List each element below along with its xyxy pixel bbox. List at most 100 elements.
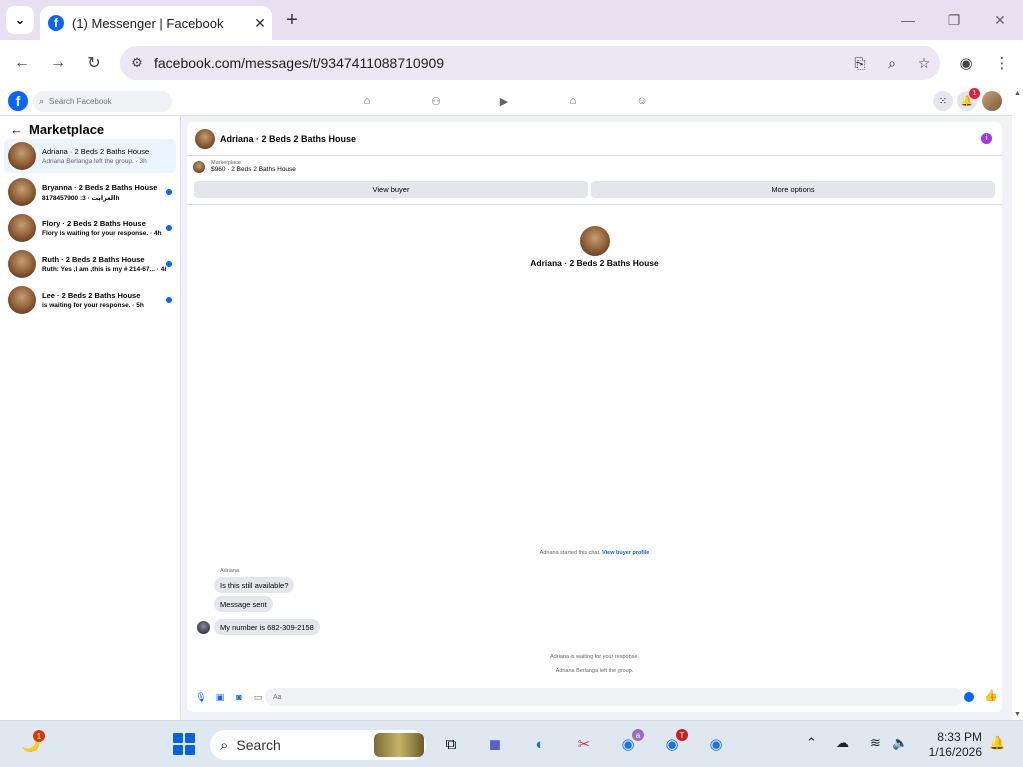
site-settings-icon[interactable]: ⚙ [120, 55, 154, 71]
listing-price: $960 · 2 Beds 2 Baths House [211, 166, 296, 173]
address-bar[interactable]: ⚙ facebook.com/messages/t/93474110887109… [120, 46, 940, 80]
chat-started-notice: Adriana started this chat. View buyer pr… [187, 550, 1002, 556]
facebook-header: f ⌕ ⌂ ⚇ ▶ ⌂ ☺ ⁙ 🔔 1 [0, 86, 1012, 116]
message-bubble[interactable]: Is this still available? [214, 577, 295, 593]
more-options-button[interactable]: More options [591, 181, 995, 198]
reload-icon[interactable]: ↻ [80, 49, 108, 77]
marketplace-header: ← Marketplace [10, 122, 104, 137]
avatar[interactable] [580, 226, 610, 256]
clock-date: 1/16/2026 [928, 745, 982, 759]
browser-menu-icon[interactable]: ⋮ [988, 49, 1016, 77]
profile-icon[interactable]: ◉ [952, 49, 980, 77]
chrome-profile-badge: a [632, 729, 644, 741]
back-arrow-icon[interactable]: ← [8, 49, 36, 77]
friends-icon[interactable]: ⚇ [427, 92, 445, 110]
view-buyer-button[interactable]: View buyer [194, 181, 588, 198]
clock-time: 8:33 PM [937, 730, 982, 744]
left-group-notice: Adriana Berlanga left the group. [555, 668, 634, 674]
profile-avatar[interactable] [982, 91, 1002, 111]
new-tab-plus-icon[interactable]: + [280, 8, 304, 32]
edge-browser-icon[interactable]: ◐ [527, 731, 553, 757]
conversation-name: Ruth · 2 Beds 2 Baths House [42, 255, 145, 264]
avatar [8, 250, 36, 278]
snipping-tool-icon[interactable]: ✂ [571, 731, 597, 757]
show-hidden-icons-chevron-icon[interactable]: ⌃ [806, 735, 817, 751]
chat-center-name: Adriana · 2 Beds 2 Baths House [530, 258, 659, 268]
back-arrow-icon[interactable]: ← [10, 122, 23, 137]
start-windows-icon[interactable] [173, 733, 195, 755]
teams-meet-icon[interactable]: ◼ [482, 731, 508, 757]
chat-panel: Adriana · 2 Beds 2 Baths House i Marketp… [187, 122, 1002, 712]
unread-dot [166, 189, 172, 195]
gif-icon[interactable]: ▭ [250, 692, 266, 703]
started-text: Adriana started this chat. [539, 550, 601, 556]
groups-icon[interactable]: ☺ [633, 92, 651, 110]
avatar [8, 178, 36, 206]
system-clock[interactable]: 8:33 PM 1/16/2026 [922, 730, 982, 760]
conversation-item[interactable]: Ruth · 2 Beds 2 Baths House Ruth: Yes ,I… [4, 247, 176, 281]
chrome-profile-badge: T [676, 729, 688, 741]
message-input[interactable] [265, 688, 963, 706]
avatar[interactable] [195, 128, 215, 149]
window-close-icon[interactable]: ✕ [977, 6, 1023, 34]
task-view-icon[interactable]: ⧉ [438, 731, 464, 757]
menu-grid-icon[interactable]: ⁙ [933, 91, 953, 111]
conversation-item[interactable]: Bryanna · 2 Beds 2 Baths House 817845790… [4, 175, 176, 209]
unread-dot [166, 297, 172, 303]
conversation-preview: Ruth: Yes ,I am ,this is my # 214-67... … [42, 266, 166, 273]
wifi-icon[interactable]: ≋ [870, 735, 881, 751]
facebook-search-input[interactable] [49, 97, 150, 106]
notification-badge: 1 [969, 88, 980, 99]
view-buyer-profile-link[interactable]: View buyer profile [602, 550, 649, 556]
unread-dot [166, 261, 172, 267]
conversation-name: Flory · 2 Beds 2 Baths House [42, 219, 146, 228]
conversation-item[interactable]: Lee · 2 Beds 2 Baths House is waiting fo… [4, 283, 176, 317]
search-icon: ⌕ [220, 736, 229, 754]
onedrive-offline-icon[interactable]: ☁ [836, 735, 849, 751]
window-restore-icon[interactable]: ❐ [931, 6, 977, 34]
facebook-search[interactable]: ⌕ [33, 91, 172, 112]
marketplace-icon[interactable]: ⌂ [564, 92, 582, 110]
sticker-icon[interactable]: ◙ [231, 692, 247, 702]
tab-title: (1) Messenger | Facebook [72, 15, 224, 31]
photo-icon[interactable]: ▣ [212, 692, 228, 703]
windows-taskbar: 🌙 1 ⌕ Search ⧉ ◼ ◐ ✂ ◉ a ◉ T ◉ ⌃ ☁ ≋ 🔈 8… [0, 720, 1023, 767]
message-composer: 🎙 ▣ ◙ ▭ 👍 [187, 688, 1002, 706]
forward-arrow-icon[interactable]: → [44, 49, 72, 77]
volume-icon[interactable]: 🔈 [892, 735, 908, 751]
url-text[interactable]: facebook.com/messages/t/9347411088710909 [154, 55, 844, 71]
avatar [8, 142, 36, 170]
listing-thumbnail [193, 160, 205, 173]
page-scrollbar[interactable]: ▲ ▼ [1012, 86, 1023, 720]
notification-bell-icon[interactable]: 🔔 [989, 735, 1005, 751]
info-icon[interactable]: i [981, 133, 992, 144]
window-minimize-icon[interactable]: — [885, 6, 931, 34]
bookmark-star-icon[interactable]: ☆ [908, 55, 940, 72]
scroll-down-icon[interactable]: ▼ [1014, 711, 1021, 718]
browser-tab-messenger[interactable]: f (1) Messenger | Facebook ✕ [40, 6, 272, 40]
message-bubble[interactable]: Message sent [214, 596, 273, 612]
facebook-favicon-icon: f [48, 15, 64, 31]
home-icon[interactable]: ⌂ [358, 92, 376, 110]
listing-summary[interactable]: Marketplace $960 · 2 Beds 2 Baths House [193, 160, 296, 173]
microphone-icon[interactable]: 🎙 [193, 692, 209, 703]
video-icon[interactable]: ▶ [495, 92, 513, 110]
scroll-up-icon[interactable]: ▲ [1014, 90, 1021, 97]
tab-search-chevron-icon[interactable]: ⌄ [6, 6, 34, 34]
taskbar-search[interactable]: ⌕ Search [210, 730, 426, 760]
sender-label: Adriana [220, 568, 239, 574]
browser-tabstrip: ⌄ f (1) Messenger | Facebook ✕ + — ❐ ✕ [0, 0, 1023, 40]
tab-close-icon[interactable]: ✕ [248, 15, 272, 32]
conversation-item[interactable]: Adriana · 2 Beds 2 Baths House Adriana B… [4, 139, 176, 173]
chrome-profile-icon[interactable]: ◉ [703, 731, 729, 757]
divider [187, 204, 1002, 205]
zoom-icon[interactable]: ⌕ [876, 55, 908, 72]
taskbar-search-label: Search [236, 737, 281, 753]
emoji-icon[interactable] [964, 692, 974, 702]
like-thumb-icon[interactable]: 👍 [984, 689, 998, 702]
facebook-logo-icon[interactable]: f [8, 91, 28, 111]
message-bubble[interactable]: My number is 682-309-2158 [214, 619, 320, 635]
conversation-item[interactable]: Flory · 2 Beds 2 Baths House Flory is wa… [4, 211, 176, 245]
chat-title[interactable]: Adriana · 2 Beds 2 Baths House [220, 134, 981, 144]
install-app-icon[interactable]: ⎘ [844, 55, 876, 72]
